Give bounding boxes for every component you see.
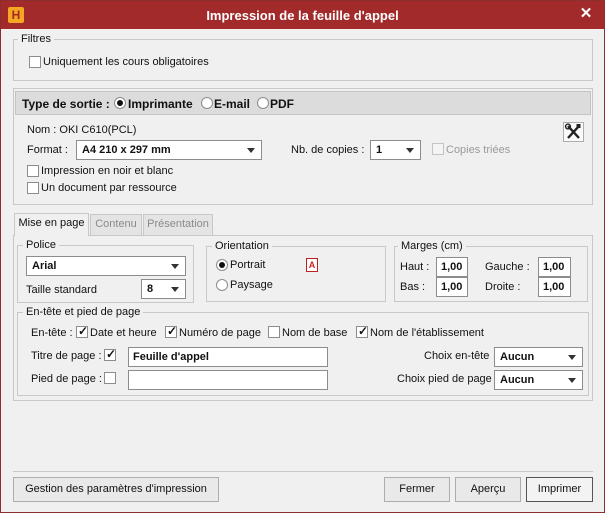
- chevron-down-icon: [568, 378, 576, 383]
- portrait-label: Portrait: [230, 259, 266, 271]
- choix-pied-label: Choix pied de page: [397, 373, 492, 385]
- page-preview-icon: A: [306, 258, 318, 272]
- apercu-button[interactable]: Aperçu: [455, 477, 521, 502]
- chevron-down-icon: [171, 287, 179, 292]
- numero-page-checkbox[interactable]: ✓: [165, 324, 178, 338]
- un-document-checkbox[interactable]: [27, 182, 39, 194]
- tab-presentation[interactable]: Présentation: [143, 214, 213, 235]
- taille-value: 8: [147, 283, 154, 295]
- radio-paysage[interactable]: [216, 279, 228, 291]
- police-legend: Police: [23, 239, 59, 251]
- format-select[interactable]: A4 210 x 297 mm: [76, 140, 262, 160]
- droite-label: Droite :: [485, 281, 521, 293]
- choix-pied-value: Aucun: [500, 374, 535, 386]
- nom-base-label: Nom de base: [282, 327, 348, 339]
- un-document-label: Un document par ressource: [41, 182, 177, 194]
- tab-contenu[interactable]: Contenu: [90, 214, 142, 235]
- tab-join: [15, 234, 88, 236]
- radio-email[interactable]: [201, 97, 213, 109]
- font-select[interactable]: Arial: [26, 256, 186, 276]
- gauche-label: Gauche :: [485, 261, 530, 273]
- fermer-button[interactable]: Fermer: [384, 477, 450, 502]
- choix-pied-select[interactable]: Aucun: [494, 370, 583, 390]
- footer-divider: [13, 471, 593, 472]
- obligatoires-checkbox[interactable]: [29, 56, 41, 68]
- titre-label: Titre de page :: [31, 350, 102, 362]
- pied-checkbox[interactable]: [104, 372, 116, 384]
- bas-label: Bas :: [400, 281, 426, 293]
- format-label: Format :: [27, 144, 68, 156]
- imprimante-label: Imprimante: [128, 97, 193, 111]
- bas-input[interactable]: 1,00: [436, 277, 468, 297]
- check-icon: ✓: [77, 324, 89, 338]
- paysage-label: Paysage: [230, 279, 273, 291]
- taille-select[interactable]: 8: [141, 279, 186, 299]
- font-value: Arial: [32, 260, 57, 272]
- chevron-down-icon: [247, 148, 255, 153]
- filtres-legend: Filtres: [18, 33, 54, 45]
- entete-legend: En-tête et pied de page: [23, 306, 144, 318]
- radio-portrait[interactable]: [216, 259, 228, 271]
- haut-label: Haut :: [400, 261, 430, 273]
- copies-triees-checkbox[interactable]: [432, 143, 444, 155]
- window-title: Impression de la feuille d'appel: [206, 8, 399, 23]
- radio-dot: [219, 262, 225, 268]
- titre-input[interactable]: Feuille d'appel: [128, 347, 328, 367]
- choix-entete-value: Aucun: [500, 351, 535, 363]
- date-heure-checkbox[interactable]: ✓: [76, 324, 89, 338]
- numero-page-label: Numéro de page: [179, 327, 261, 339]
- imprimer-button[interactable]: Imprimer: [526, 477, 593, 502]
- chevron-down-icon: [171, 264, 179, 269]
- close-icon[interactable]: ✕: [578, 6, 594, 22]
- title-bar: H Impression de la feuille d'appel ✕: [1, 1, 604, 29]
- orientation-group: [206, 246, 386, 302]
- gauche-input[interactable]: 1,00: [538, 257, 571, 277]
- check-icon: ✓: [105, 347, 117, 361]
- printer-settings-button[interactable]: [563, 122, 584, 142]
- pied-label: Pied de page :: [31, 373, 102, 385]
- noir-blanc-label: Impression en noir et blanc: [41, 165, 174, 177]
- titre-checkbox[interactable]: ✓: [104, 347, 117, 361]
- haut-input[interactable]: 1,00: [436, 257, 468, 277]
- copies-triees-label: Copies triées: [446, 144, 511, 156]
- tab-mise-en-page[interactable]: Mise en page: [14, 213, 89, 235]
- email-label: E-mail: [214, 97, 251, 111]
- print-dialog: H Impression de la feuille d'appel ✕ Fil…: [0, 0, 605, 513]
- copies-label: Nb. de copies :: [291, 144, 365, 156]
- pied-input[interactable]: [128, 370, 328, 390]
- gestion-parametres-button[interactable]: Gestion des paramètres d'impression: [13, 477, 219, 502]
- date-heure-label: Date et heure: [90, 327, 157, 339]
- radio-pdf[interactable]: [257, 97, 269, 109]
- pdf-label: PDF: [270, 97, 294, 111]
- sortie-label: Type de sortie :: [22, 97, 110, 111]
- copies-select[interactable]: 1: [370, 140, 421, 160]
- copies-value: 1: [376, 144, 383, 156]
- radio-dot: [117, 100, 123, 106]
- nom-etablissement-label: Nom de l'établissement: [370, 327, 484, 339]
- obligatoires-label: Uniquement les cours obligatoires: [43, 56, 209, 68]
- format-value: A4 210 x 297 mm: [82, 144, 171, 156]
- noir-blanc-checkbox[interactable]: [27, 165, 39, 177]
- droite-input[interactable]: 1,00: [538, 277, 571, 297]
- entete-label: En-tête :: [31, 327, 73, 339]
- tools-icon: [564, 123, 581, 139]
- chevron-down-icon: [406, 148, 414, 153]
- check-icon: ✓: [357, 324, 369, 338]
- check-icon: ✓: [166, 324, 178, 338]
- chevron-down-icon: [568, 355, 576, 360]
- printer-name: Nom : OKI C610(PCL): [27, 124, 137, 136]
- taille-label: Taille standard: [26, 284, 97, 296]
- marges-legend: Marges (cm): [398, 240, 466, 252]
- choix-entete-label: Choix en-tête: [424, 350, 490, 362]
- radio-imprimante[interactable]: [114, 97, 126, 109]
- nom-base-checkbox[interactable]: [268, 326, 280, 338]
- nom-etablissement-checkbox[interactable]: ✓: [356, 324, 369, 338]
- orientation-legend: Orientation: [212, 240, 272, 252]
- choix-entete-select[interactable]: Aucun: [494, 347, 583, 367]
